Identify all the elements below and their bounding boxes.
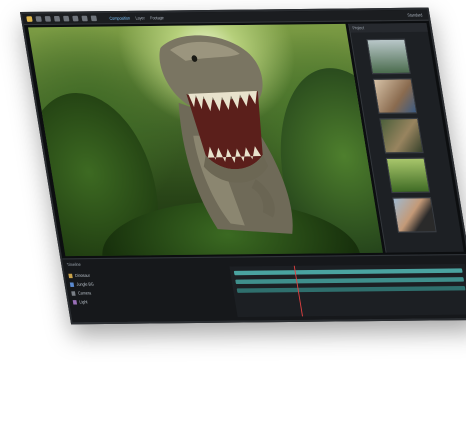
panel-tabs: Composition Layer Footage: [109, 12, 165, 24]
layer-row[interactable]: Camera: [71, 289, 228, 297]
project-panel-header: Project: [349, 23, 428, 33]
layer-color-swatch: [72, 300, 78, 305]
track-bar[interactable]: [236, 285, 466, 293]
timeline-header: Timeline: [66, 261, 82, 268]
monitor-screen: Composition Layer Footage Standard Proje…: [20, 7, 466, 325]
composition-viewer[interactable]: [28, 23, 383, 257]
dinosaur-image: [159, 35, 293, 234]
thumbnail-hands[interactable]: [379, 117, 424, 154]
track-bar[interactable]: [235, 277, 465, 285]
tab-footage[interactable]: Footage: [149, 12, 164, 23]
tab-composition[interactable]: Composition: [109, 12, 131, 23]
home-icon[interactable]: [26, 16, 33, 22]
tab-layer[interactable]: Layer: [135, 12, 146, 23]
text-tool-icon[interactable]: [90, 15, 98, 22]
camera-tool-icon[interactable]: [72, 15, 79, 22]
product-shot: Composition Layer Footage Standard Proje…: [0, 0, 466, 446]
layer-color-swatch: [69, 282, 75, 287]
layer-color-swatch: [71, 291, 76, 296]
thumbnail-forest[interactable]: [385, 157, 431, 194]
timeline-tracks[interactable]: [229, 263, 466, 318]
workspace-selector[interactable]: Standard: [407, 12, 428, 18]
layer-row[interactable]: Light: [72, 297, 230, 305]
thumbnail-landscape[interactable]: [366, 38, 411, 75]
zoom-tool-icon[interactable]: [53, 15, 61, 22]
layer-row[interactable]: Jungle BG: [69, 280, 227, 288]
rotate-tool-icon[interactable]: [63, 15, 70, 22]
hand-tool-icon[interactable]: [44, 16, 52, 22]
thumbnail-man-sunglasses[interactable]: [392, 197, 437, 233]
pen-tool-icon[interactable]: [81, 15, 88, 22]
track-bar[interactable]: [233, 268, 463, 276]
thumbnail-man-pointing[interactable]: [372, 78, 418, 114]
layer-color-swatch: [68, 273, 73, 279]
layer-row[interactable]: Dinosaur: [68, 271, 225, 279]
timeline-panel: Timeline Dinosaur Jungle BG Camera Light: [62, 253, 466, 324]
select-tool-icon[interactable]: [35, 16, 42, 22]
